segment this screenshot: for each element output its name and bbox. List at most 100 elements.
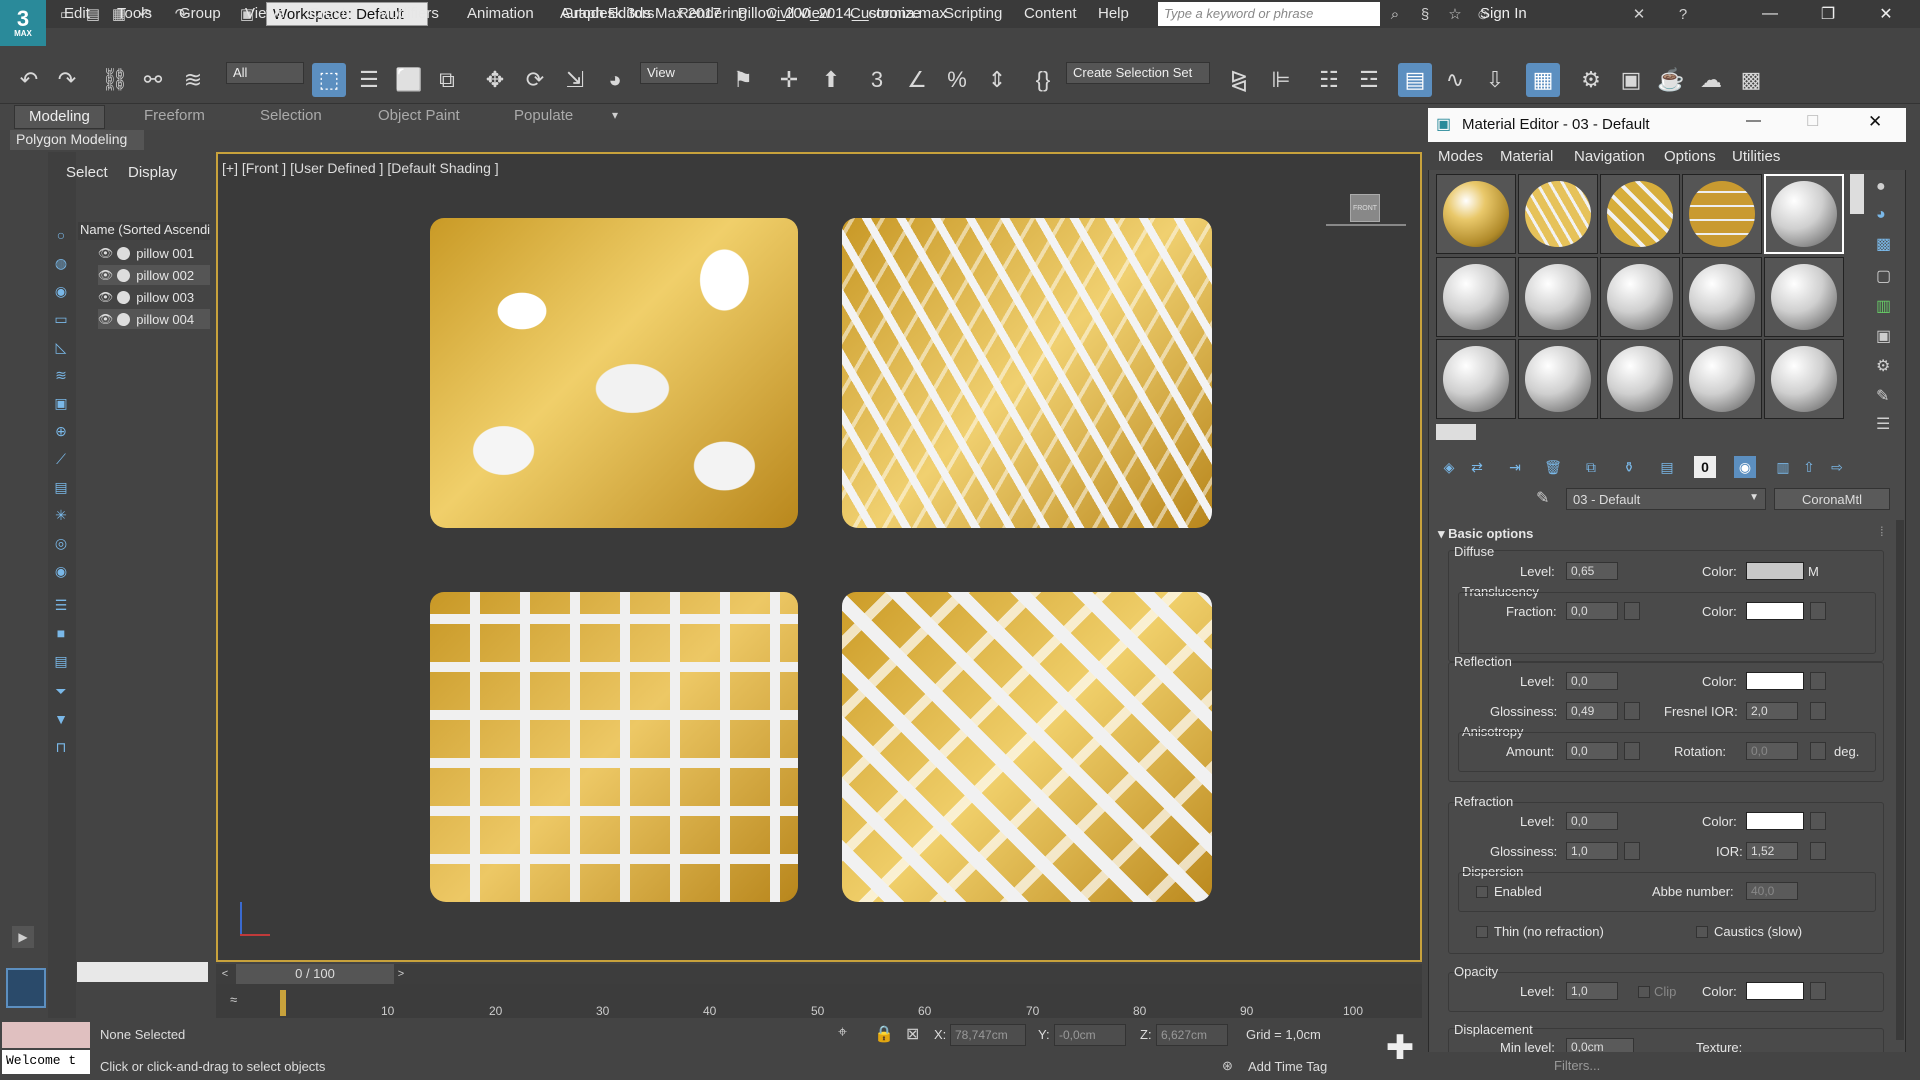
align-icon[interactable]: ⊫ [1264, 63, 1298, 97]
pillow-004[interactable] [842, 592, 1212, 902]
tab-populate[interactable]: Populate [514, 107, 573, 124]
refraction-color-swatch[interactable] [1746, 812, 1804, 830]
anisotropy-amount-spinner[interactable]: 0,0 [1566, 742, 1618, 760]
ior-map[interactable] [1810, 842, 1826, 860]
pivot-center-icon[interactable]: ⚑ [726, 63, 760, 97]
menu-civil-view[interactable]: Civil View [766, 5, 831, 22]
freeze-dot-icon[interactable] [117, 268, 131, 282]
menu-tools[interactable]: Tools [117, 5, 152, 22]
menu-animation[interactable]: Animation [467, 5, 534, 22]
time-tag-icon[interactable]: ⊛ [1222, 1058, 1233, 1074]
translucency-color-map[interactable] [1810, 602, 1826, 620]
menu-rendering[interactable]: Rendering [678, 5, 747, 22]
material-name-field[interactable]: 03 - Default ▼ [1566, 488, 1766, 510]
menu-graph-editors[interactable]: Graph Editors [562, 5, 655, 22]
containers-filter-icon[interactable]: ▤ [50, 476, 72, 498]
refraction-glossiness-spinner[interactable]: 1,0 [1566, 842, 1618, 860]
favorites-star-icon[interactable]: ☆ [1444, 3, 1466, 25]
sample-slot[interactable] [1764, 256, 1844, 337]
close-icon[interactable]: ✕ [1866, 2, 1906, 26]
cameras-filter-icon[interactable]: ▭ [50, 308, 72, 330]
translucency-fraction-spinner[interactable]: 0,0 [1566, 602, 1618, 620]
list-item[interactable]: 👁 pillow 003 [98, 287, 210, 307]
fresnel-ior-map[interactable] [1810, 702, 1826, 720]
menu-modifiers[interactable]: Modifiers [378, 5, 439, 22]
sign-in-button[interactable]: Sign In [1480, 5, 1527, 22]
curve-editor-icon[interactable]: ∿ [1438, 63, 1472, 97]
maxscript-mini-listener[interactable]: Welcome t [2, 1050, 90, 1074]
exchange-icon[interactable]: ✕ [1628, 3, 1650, 25]
ior-spinner[interactable]: 1,52 [1746, 842, 1798, 860]
selection-lock-icon[interactable]: 🔒 [874, 1024, 894, 1044]
isolate-selection-icon[interactable]: ⌖ [838, 1024, 847, 1042]
select-object-icon[interactable]: ⬚ [312, 63, 346, 97]
diffuse-level-spinner[interactable]: 0,65 [1566, 562, 1618, 580]
curve-editor-mini-icon[interactable]: ≈ [230, 992, 237, 1007]
sample-slot[interactable] [1518, 174, 1598, 254]
bind-space-warp-icon[interactable]: ≋ [176, 63, 210, 97]
restore-icon[interactable]: ❐ [1808, 2, 1848, 26]
app-logo[interactable]: 3 MAX [0, 0, 46, 46]
clip-checkbox[interactable] [1638, 986, 1650, 998]
freeze-dot-icon[interactable] [117, 246, 131, 260]
refraction-level-spinner[interactable]: 0,0 [1566, 812, 1618, 830]
window-crossing-icon[interactable]: ⧉ [430, 63, 464, 97]
filters-field[interactable]: Filters... [1554, 1058, 1600, 1073]
sample-slot-active[interactable] [1764, 174, 1844, 254]
xrefs-filter-icon[interactable]: ⊕ [50, 420, 72, 442]
material-type-button[interactable]: CoronaMtl [1774, 488, 1890, 510]
rotate-icon[interactable]: ⟳ [518, 63, 552, 97]
render-production-icon[interactable]: ☕ [1654, 63, 1688, 97]
z-coordinate-field[interactable]: 6,627cm [1156, 1024, 1228, 1046]
groups-filter-icon[interactable]: ▣ [50, 392, 72, 414]
visibility-eye-icon[interactable]: 👁 [98, 268, 113, 282]
assign-to-selection-icon[interactable]: ⇥ [1504, 456, 1526, 478]
menu-modes[interactable]: Modes [1438, 148, 1483, 165]
put-to-scene-icon[interactable]: ⇄ [1466, 456, 1488, 478]
geometry-filter-icon[interactable]: ◍ [50, 252, 72, 274]
shapes-filter-icon[interactable]: ◺ [50, 336, 72, 358]
x-coordinate-field[interactable]: 78,747cm [950, 1024, 1026, 1046]
menu-scripting[interactable]: Scripting [944, 5, 1002, 22]
sample-type-icon[interactable]: ● [1876, 178, 1886, 196]
funnel-icon[interactable]: ▼ [50, 708, 72, 730]
layer-explorer-icon[interactable]: ☲ [1352, 63, 1386, 97]
menu-options[interactable]: Options [1664, 148, 1716, 165]
name-column-header[interactable]: Name (Sorted Ascending) [78, 222, 210, 240]
schematic-view-icon[interactable]: ⇩ [1478, 63, 1512, 97]
refraction-color-map[interactable] [1810, 812, 1826, 830]
reflection-color-swatch[interactable] [1746, 672, 1804, 690]
background-icon[interactable]: ▩ [1876, 234, 1891, 254]
opacity-level-spinner[interactable]: 1,0 [1566, 982, 1618, 1000]
pillow-003[interactable] [430, 592, 798, 902]
slot-scrollbar-v[interactable] [1850, 174, 1864, 214]
angle-snap-icon[interactable]: ∠ [900, 63, 934, 97]
keyboard-shortcut-icon[interactable]: ⬆ [814, 63, 848, 97]
named-selection-dropdown[interactable]: Create Selection Set [1066, 62, 1210, 84]
sample-slot[interactable] [1600, 174, 1680, 254]
expand-panel-icon[interactable]: ▶ [12, 926, 34, 948]
spinner-snap-icon[interactable]: ⇕ [980, 63, 1014, 97]
reflection-glossiness-spinner[interactable]: 0,49 [1566, 702, 1618, 720]
subscription-icon[interactable]: § [1414, 3, 1436, 25]
menu-utilities[interactable]: Utilities [1732, 148, 1780, 165]
material-editor-scrollbar[interactable] [1896, 520, 1904, 1040]
menu-content[interactable]: Content [1024, 5, 1077, 22]
anisotropy-rotation-spinner[interactable]: 0,0 [1746, 742, 1798, 760]
time-marker[interactable] [280, 990, 286, 1016]
opacity-color-map[interactable] [1810, 982, 1826, 1000]
particle-filter-icon[interactable]: ✳ [50, 504, 72, 526]
sample-slot[interactable] [1436, 174, 1516, 254]
freeze-dot-icon[interactable] [117, 312, 131, 326]
visibility-eye-icon[interactable]: 👁 [98, 290, 113, 304]
thin-checkbox[interactable] [1476, 926, 1488, 938]
abbe-number-spinner[interactable]: 40,0 [1746, 882, 1798, 900]
opacity-color-swatch[interactable] [1746, 982, 1804, 1000]
snaps-toggle-icon[interactable]: 3 [860, 63, 894, 97]
list-item[interactable]: 👁 pillow 001 [98, 243, 210, 263]
select-by-material-icon[interactable]: ✎ [1876, 386, 1889, 406]
get-material-icon[interactable]: ◈ [1438, 456, 1460, 478]
display-none-icon[interactable]: ○ [50, 224, 72, 246]
menu-create[interactable]: Create [309, 5, 354, 22]
menu-edit[interactable]: Edit [64, 5, 90, 22]
